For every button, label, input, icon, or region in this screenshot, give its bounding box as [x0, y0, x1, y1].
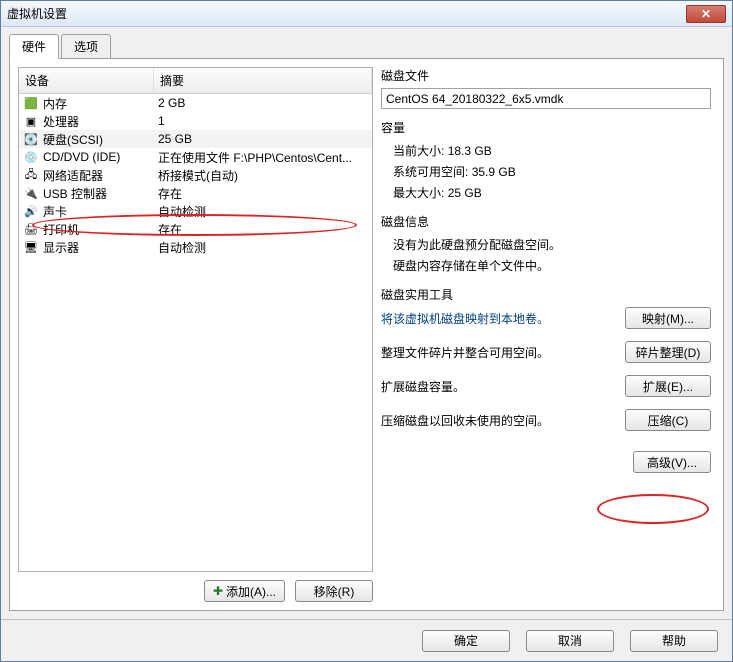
device-row-icon: 🔊	[23, 203, 39, 219]
free-space-value: 35.9 GB	[472, 165, 516, 179]
disk-file-input[interactable]	[381, 88, 711, 109]
cancel-button[interactable]: 取消	[526, 630, 614, 652]
device-row-name: 处理器	[43, 113, 158, 130]
device-row-summary: 25 GB	[158, 132, 368, 146]
device-row-icon: 🔌	[23, 185, 39, 201]
device-row-summary: 存在	[158, 185, 368, 202]
tab-bar: 硬件 选项	[9, 33, 724, 58]
util-map-row: 将该虚拟机磁盘映射到本地卷。 映射(M)...	[381, 307, 711, 329]
add-device-button[interactable]: ✚ 添加(A)...	[204, 580, 285, 602]
max-size-value: 25 GB	[448, 186, 482, 200]
disk-file-label: 磁盘文件	[381, 67, 711, 84]
disk-info-label: 磁盘信息	[381, 213, 711, 230]
device-row-name: 网络适配器	[43, 167, 158, 184]
device-row-4[interactable]: 🖧网络适配器桥接模式(自动)	[19, 166, 372, 184]
device-row-summary: 1	[158, 114, 368, 128]
disk-file-group: 磁盘文件	[381, 67, 711, 109]
current-size-row: 当前大小: 18.3 GB	[381, 140, 711, 161]
device-row-7[interactable]: 🖨打印机存在	[19, 220, 372, 238]
device-row-summary: 自动检测	[158, 203, 368, 220]
titlebar: 虚拟机设置 ✕	[1, 1, 732, 27]
remove-device-button[interactable]: 移除(R)	[295, 580, 373, 602]
device-row-3[interactable]: 💿 CD/DVD (IDE)正在使用文件 F:\PHP\Centos\Cent..…	[19, 148, 372, 166]
device-row-name: 硬盘(SCSI)	[43, 131, 158, 148]
util-compact-row: 压缩磁盘以回收未使用的空间。 压缩(C)	[381, 409, 711, 431]
util-expand-row: 扩展磁盘容量。 扩展(E)...	[381, 375, 711, 397]
advanced-button[interactable]: 高级(V)...	[633, 451, 711, 473]
device-row-summary: 正在使用文件 F:\PHP\Centos\Cent...	[158, 149, 368, 166]
left-column: 设备 摘要 🟩内存2 GB▣处理器1💽硬盘(SCSI)25 GB💿CD/DVD …	[18, 67, 373, 602]
device-row-name: 内存	[43, 95, 158, 112]
device-table-header: 设备 摘要	[19, 68, 372, 94]
device-row-icon: 🖥	[23, 239, 39, 255]
device-buttons: ✚ 添加(A)... 移除(R)	[18, 580, 373, 602]
defrag-button[interactable]: 碎片整理(D)	[625, 341, 711, 363]
disk-info-singlefile: 硬盘内容存储在单个文件中。	[381, 255, 711, 276]
expand-button[interactable]: 扩展(E)...	[625, 375, 711, 397]
device-row-name: USB 控制器	[43, 185, 158, 202]
close-icon: ✕	[701, 7, 711, 21]
device-row-name: 显示器	[43, 239, 158, 256]
utilities-label: 磁盘实用工具	[381, 286, 711, 303]
device-row-summary: 2 GB	[158, 96, 368, 110]
device-row-summary: 存在	[158, 221, 368, 238]
device-row-name: CD/DVD (IDE)	[43, 150, 158, 164]
device-row-icon: 💽	[23, 131, 39, 147]
map-button[interactable]: 映射(M)...	[625, 307, 711, 329]
device-row-icon: 🟩	[23, 95, 39, 111]
col-summary[interactable]: 摘要	[154, 68, 372, 93]
device-row-summary: 桥接模式(自动)	[158, 167, 368, 184]
disk-info-group: 磁盘信息 没有为此硬盘预分配磁盘空间。 硬盘内容存储在单个文件中。	[381, 213, 711, 276]
advanced-row: 高级(V)...	[381, 451, 711, 473]
vm-settings-window: 虚拟机设置 ✕ 硬件 选项 设备 摘要 🟩内存2 GB▣处理器1💽硬盘(SCSI…	[0, 0, 733, 662]
max-size-row: 最大大小: 25 GB	[381, 182, 711, 203]
window-title: 虚拟机设置	[7, 5, 686, 22]
compact-button[interactable]: 压缩(C)	[625, 409, 711, 431]
right-column: 磁盘文件 容量 当前大小: 18.3 GB 系统可用空间: 35.9 GB 最大…	[381, 67, 715, 602]
util-map-desc: 将该虚拟机磁盘映射到本地卷。	[381, 310, 615, 327]
device-row-icon: 🖨	[23, 221, 39, 237]
util-compact-desc: 压缩磁盘以回收未使用的空间。	[381, 412, 615, 429]
add-label: 添加(A)...	[226, 583, 276, 600]
device-row-icon: 💿	[23, 149, 39, 165]
max-size-label: 最大大小:	[393, 186, 444, 200]
device-row-6[interactable]: 🔊声卡自动检测	[19, 202, 372, 220]
col-device[interactable]: 设备	[19, 68, 154, 93]
tab-options[interactable]: 选项	[61, 34, 111, 59]
device-row-name: 声卡	[43, 203, 158, 220]
device-table-body: 🟩内存2 GB▣处理器1💽硬盘(SCSI)25 GB💿CD/DVD (IDE)正…	[19, 94, 372, 256]
device-row-summary: 自动检测	[158, 239, 368, 256]
add-icon: ✚	[213, 584, 223, 598]
free-space-label: 系统可用空间:	[393, 165, 468, 179]
device-row-8[interactable]: 🖥显示器自动检测	[19, 238, 372, 256]
current-size-value: 18.3 GB	[448, 144, 492, 158]
capacity-group: 容量 当前大小: 18.3 GB 系统可用空间: 35.9 GB 最大大小: 2…	[381, 119, 711, 203]
disk-info-noprealloc: 没有为此硬盘预分配磁盘空间。	[381, 234, 711, 255]
device-row-5[interactable]: 🔌USB 控制器存在	[19, 184, 372, 202]
util-defrag-row: 整理文件碎片并整合可用空间。 碎片整理(D)	[381, 341, 711, 363]
help-button[interactable]: 帮助	[630, 630, 718, 652]
device-row-2[interactable]: 💽硬盘(SCSI)25 GB	[19, 130, 372, 148]
device-row-0[interactable]: 🟩内存2 GB	[19, 94, 372, 112]
device-row-icon: ▣	[23, 113, 39, 129]
dialog-body: 硬件 选项 设备 摘要 🟩内存2 GB▣处理器1💽硬盘(SCSI)25 GB💿C…	[1, 27, 732, 619]
device-table: 设备 摘要 🟩内存2 GB▣处理器1💽硬盘(SCSI)25 GB💿CD/DVD …	[18, 67, 373, 572]
tab-hardware[interactable]: 硬件	[9, 34, 59, 59]
dialog-footer: 确定 取消 帮助	[1, 619, 732, 661]
device-row-1[interactable]: ▣处理器1	[19, 112, 372, 130]
util-defrag-desc: 整理文件碎片并整合可用空间。	[381, 344, 615, 361]
device-row-name: 打印机	[43, 221, 158, 238]
util-expand-desc: 扩展磁盘容量。	[381, 378, 615, 395]
utilities-group: 磁盘实用工具 将该虚拟机磁盘映射到本地卷。 映射(M)... 整理文件碎片并整合…	[381, 286, 711, 473]
close-button[interactable]: ✕	[686, 5, 726, 23]
free-space-row: 系统可用空间: 35.9 GB	[381, 161, 711, 182]
ok-button[interactable]: 确定	[422, 630, 510, 652]
current-size-label: 当前大小:	[393, 144, 444, 158]
hardware-panel: 设备 摘要 🟩内存2 GB▣处理器1💽硬盘(SCSI)25 GB💿CD/DVD …	[9, 58, 724, 611]
capacity-label: 容量	[381, 119, 711, 136]
device-row-icon: 🖧	[23, 167, 39, 183]
